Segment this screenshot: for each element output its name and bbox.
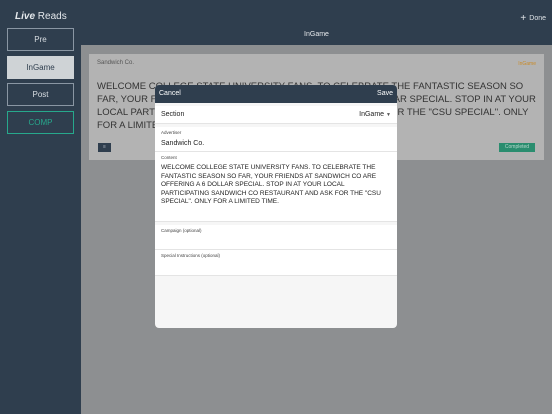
special-instructions-field[interactable]: Special Instructions (optional) (155, 250, 397, 276)
section-select[interactable]: Section InGame ▼ (155, 106, 397, 124)
special-instructions-label: Special Instructions (optional) (161, 253, 221, 258)
section-label: Section (161, 111, 185, 118)
sidebar-item-pre[interactable]: Pre (7, 28, 74, 51)
content-label: Content (161, 155, 177, 160)
chevron-down-icon: ▼ (386, 112, 391, 118)
advertiser-label: Advertiser (161, 130, 182, 135)
modal-header: Cancel Save (155, 85, 397, 103)
sidebar-item-comp[interactable]: COMP (7, 111, 74, 134)
campaign-label: Campaign (optional) (161, 228, 202, 233)
page-title: InGame (304, 31, 329, 38)
sidebar-item-post[interactable]: Post (7, 83, 74, 106)
card-advertiser: Sandwich Co. (97, 60, 135, 66)
advertiser-input[interactable]: Sandwich Co. (161, 140, 204, 147)
done-button[interactable]: + Done (520, 13, 546, 24)
content-field[interactable]: Content WELCOME COLLEGE STATE UNIVERSITY… (155, 152, 397, 222)
campaign-field[interactable]: Campaign (optional) (155, 225, 397, 250)
advertiser-field[interactable]: Advertiser Sandwich Co. (155, 127, 397, 152)
edit-read-modal: Cancel Save Section InGame ▼ Advertiser S… (155, 85, 397, 328)
card-menu-button[interactable]: ≡ (98, 143, 111, 152)
card-section-badge: InGame (518, 61, 536, 67)
plus-icon: + (520, 13, 527, 24)
app-title: Live Reads (15, 11, 67, 22)
content-input[interactable]: WELCOME COLLEGE STATE UNIVERSITY FANS. T… (161, 164, 393, 207)
sidebar: Live Reads Pre InGame Post COMP (0, 0, 81, 414)
section-value: InGame ▼ (359, 111, 391, 118)
completed-badge[interactable]: Completed (499, 143, 535, 152)
top-bar: InGame + Done (81, 0, 552, 45)
cancel-button[interactable]: Cancel (159, 90, 181, 97)
save-button[interactable]: Save (377, 90, 393, 97)
sidebar-item-ingame[interactable]: InGame (7, 56, 74, 79)
